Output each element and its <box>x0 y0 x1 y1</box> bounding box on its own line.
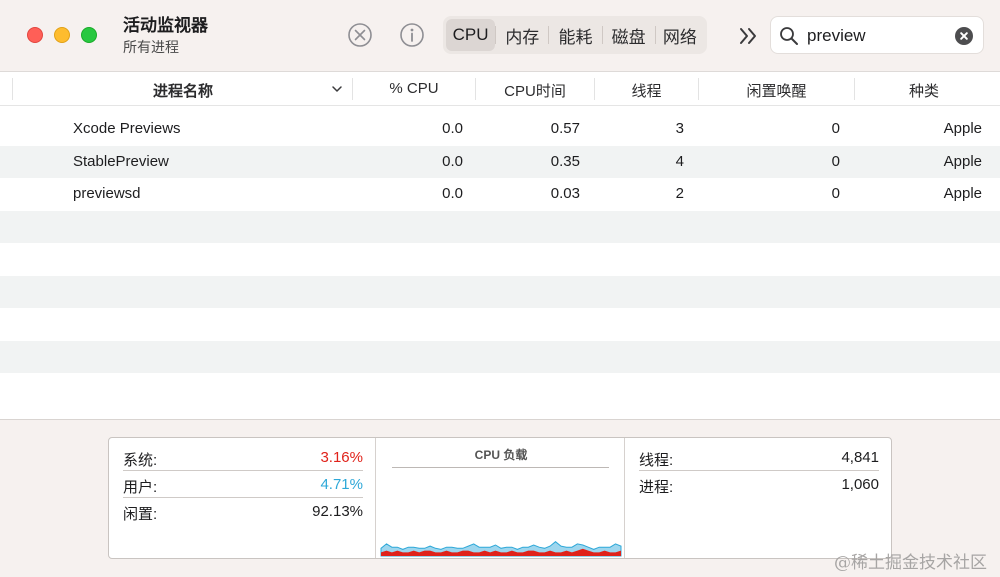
table-row[interactable]: Xcode Previews 0.0 0.57 3 0 Apple <box>0 113 1000 146</box>
cpu-load-title: CPU 负载 <box>474 448 528 462</box>
stop-process-icon[interactable] <box>347 22 373 48</box>
idle-wakeups: 0 <box>831 185 840 202</box>
processes-label: 进程: <box>639 479 674 496</box>
threads-stat: 线程: 4,841 <box>639 444 879 471</box>
process-kind: Apple <box>943 120 982 137</box>
cpu-load-graph: CPU 负载 <box>377 438 625 558</box>
process-name: previewsd <box>73 185 141 202</box>
search-field[interactable]: preview <box>770 16 984 54</box>
tab-energy[interactable]: 能耗 <box>549 19 601 51</box>
tab-label: 磁盘 <box>611 27 646 47</box>
threads-label: 线程: <box>639 452 674 469</box>
column-header-cpu-percent[interactable]: % CPU <box>353 80 475 97</box>
processes-value: 1,060 <box>841 476 879 493</box>
system-value: 3.16% <box>320 449 363 466</box>
table-row[interactable]: StablePreview 0.0 0.35 4 0 Apple <box>0 145 1000 178</box>
tab-label: 能耗 <box>558 27 593 47</box>
thread-count: 4 <box>675 152 684 170</box>
search-icon <box>780 27 798 45</box>
cpu-percent: 0.0 <box>442 152 463 170</box>
thread-count: 3 <box>675 120 684 137</box>
user-label: 用户: <box>123 479 158 496</box>
tab-label: 内存 <box>505 27 540 47</box>
process-list: Xcode Previews 0.0 0.57 3 0 Apple Stable… <box>0 113 1000 406</box>
app-title: 活动监视器 <box>123 16 208 35</box>
empty-row <box>0 275 1000 308</box>
idle-wakeups: 0 <box>831 120 840 137</box>
idle-wakeups: 0 <box>831 152 840 170</box>
empty-row <box>0 308 1000 341</box>
zoom-window-button[interactable] <box>81 27 97 43</box>
cpu-load-chart <box>380 541 622 557</box>
search-input[interactable]: preview <box>807 26 866 46</box>
cpu-time: 0.35 <box>550 152 580 170</box>
process-name: StablePreview <box>73 152 169 170</box>
cpu-percent: 0.0 <box>442 120 463 137</box>
user-value: 4.71% <box>320 476 363 493</box>
tab-label: 网络 <box>662 27 697 47</box>
tab-disk[interactable]: 磁盘 <box>603 19 655 51</box>
cpu-percent: 0.0 <box>442 185 463 202</box>
system-stat: 系统: 3.16% <box>123 444 363 471</box>
system-label: 系统: <box>123 452 158 469</box>
idle-label: 闲置: <box>123 506 158 523</box>
close-window-button[interactable] <box>27 27 43 43</box>
process-count-stats: 线程: 4,841 进程: 1,060 <box>626 438 891 558</box>
app-subtitle[interactable]: 所有进程 <box>123 38 208 56</box>
sort-chevron-down-icon[interactable] <box>331 83 343 95</box>
info-icon[interactable] <box>399 22 425 48</box>
tab-label: CPU <box>452 25 489 44</box>
column-header-threads[interactable]: 线程 <box>595 80 698 101</box>
minimize-window-button[interactable] <box>54 27 70 43</box>
process-name: Xcode Previews <box>73 120 181 137</box>
watermark: @稀土掘金技术社区 <box>834 553 987 573</box>
idle-value: 92.13% <box>312 503 363 520</box>
cpu-usage-stats: 系统: 3.16% 用户: 4.71% 闲置: 92.13% <box>109 438 376 558</box>
column-header-kind[interactable]: 种类 <box>855 80 993 101</box>
cpu-summary-panel: 系统: 3.16% 用户: 4.71% 闲置: 92.13% CPU 负载 线程… <box>108 437 892 559</box>
threads-value: 4,841 <box>841 449 879 466</box>
idle-stat: 闲置: 92.13% <box>123 498 363 525</box>
tab-network[interactable]: 网络 <box>656 19 704 51</box>
user-stat: 用户: 4.71% <box>123 471 363 498</box>
table-header: 进程名称 % CPU CPU时间 线程 闲置唤醒 种类 <box>0 72 1000 106</box>
column-header-cpu-time[interactable]: CPU时间 <box>476 80 594 101</box>
cpu-time: 0.03 <box>550 185 580 202</box>
cpu-time: 0.57 <box>550 120 580 137</box>
process-kind: Apple <box>943 185 982 202</box>
empty-row <box>0 243 1000 276</box>
tab-memory[interactable]: 内存 <box>496 19 548 51</box>
column-header-idle-wakeups[interactable]: 闲置唤醒 <box>699 80 854 101</box>
empty-row <box>0 340 1000 373</box>
toolbar: 活动监视器 所有进程 CPU 内存 能耗 磁盘 网络 preview <box>0 0 1000 72</box>
processes-stat: 进程: 1,060 <box>639 471 879 498</box>
empty-row <box>0 373 1000 406</box>
tab-cpu[interactable]: CPU <box>446 19 496 51</box>
clear-search-icon[interactable] <box>955 27 973 45</box>
overflow-chevron-icon[interactable] <box>737 24 761 48</box>
chart-divider <box>392 467 609 468</box>
table-row[interactable]: previewsd 0.0 0.03 2 0 Apple <box>0 178 1000 211</box>
view-tab-control: CPU 内存 能耗 磁盘 网络 <box>443 16 707 54</box>
window-title-block: 活动监视器 所有进程 <box>123 15 208 56</box>
thread-count: 2 <box>675 185 684 202</box>
empty-row <box>0 210 1000 243</box>
process-kind: Apple <box>943 152 982 170</box>
column-header-process-name[interactable]: 进程名称 <box>13 80 353 101</box>
